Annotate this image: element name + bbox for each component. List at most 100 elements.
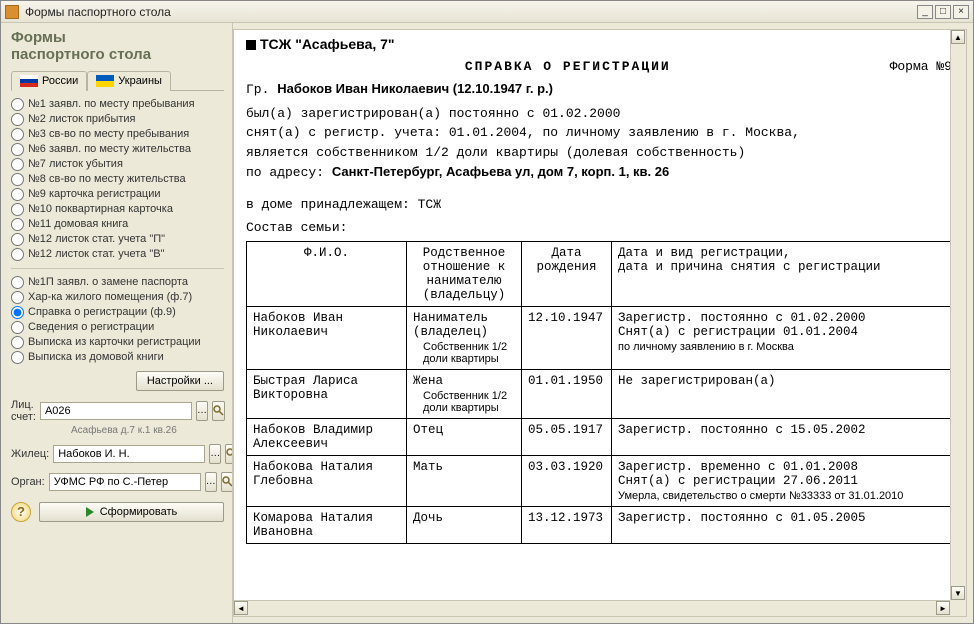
form-option-label: №7 листок убытия [28, 158, 123, 170]
form-option-label: №11 домовая книга [28, 218, 128, 230]
form-option[interactable]: №1 заявл. по месту пребывания [11, 97, 224, 112]
form-radio[interactable] [11, 98, 24, 111]
cell-dob: 13.12.1973 [522, 506, 612, 543]
form-option[interactable]: Справка о регистрации (ф.9) [11, 305, 224, 320]
form-option[interactable]: Выписка из карточки регистрации [11, 335, 224, 350]
person-name: Набоков Иван Николаевич (12.10.1947 г. р… [277, 81, 553, 96]
minimize-button[interactable]: _ [917, 5, 933, 19]
flag-ukraine-icon [96, 75, 114, 87]
cell-dob: 03.03.1920 [522, 455, 612, 506]
form-option[interactable]: №3 св-во по месту пребывания [11, 127, 224, 142]
form-option[interactable]: Сведения о регистрации [11, 320, 224, 335]
cell-dob: 05.05.1917 [522, 418, 612, 455]
account-search-button[interactable] [212, 401, 225, 421]
generate-button-label: Сформировать [100, 506, 178, 518]
form-radio[interactable] [11, 143, 24, 156]
app-window: Формы паспортного стола _ □ × Формы пасп… [0, 0, 974, 624]
house-line: в доме принадлежащем: ТСЖ [246, 196, 952, 214]
form-radio[interactable] [11, 248, 24, 261]
resident-input[interactable] [53, 445, 205, 463]
scroll-up-button[interactable]: ▲ [951, 30, 965, 44]
form-radio[interactable] [11, 233, 24, 246]
tab-ukraine-label: Украины [118, 75, 162, 87]
maximize-button[interactable]: □ [935, 5, 951, 19]
resident-browse-button[interactable]: … [209, 444, 221, 464]
vertical-scrollbar[interactable]: ▲ ▼ [950, 30, 966, 600]
col-fio: Ф.И.О. [247, 241, 407, 306]
form-option[interactable]: №12 листок стат. учета "П" [11, 232, 224, 247]
form-option[interactable]: Хар-ка жилого помещения (ф.7) [11, 290, 224, 305]
form-option[interactable]: №7 листок убытия [11, 157, 224, 172]
tab-russia[interactable]: России [11, 71, 87, 91]
cell-registration: Зарегистр. временно с 01.01.2008 Снят(а)… [612, 455, 952, 506]
scroll-right-button[interactable]: ► [936, 601, 950, 615]
form-option[interactable]: №12 листок стат. учета "В" [11, 247, 224, 262]
form-radio[interactable] [11, 158, 24, 171]
form-option-label: №8 св-во по месту жительства [28, 173, 186, 185]
form-option[interactable]: №6 заявл. по месту жительства [11, 142, 224, 157]
settings-button[interactable]: Настройки ... [136, 371, 224, 391]
scroll-left-button[interactable]: ◄ [234, 601, 248, 615]
play-icon [86, 507, 94, 517]
form-option-label: №12 листок стат. учета "П" [28, 233, 165, 245]
tab-ukraine[interactable]: Украины [87, 71, 171, 91]
form-option-label: Справка о регистрации (ф.9) [28, 306, 176, 318]
form-radio[interactable] [11, 173, 24, 186]
cell-relation: ЖенаСобственник 1/2 доли квартиры [407, 369, 522, 418]
person-line: Гр. Набоков Иван Николаевич (12.10.1947 … [246, 80, 952, 99]
organ-input[interactable] [49, 473, 201, 491]
organ-browse-button[interactable]: … [205, 472, 217, 492]
form-radio[interactable] [11, 291, 24, 304]
document-pane: ТСЖ "Асафьева, 7" СПРАВКА О РЕГИСТРАЦИИ … [233, 29, 967, 617]
form-radio[interactable] [11, 128, 24, 141]
cell-registration: Зарегистр. постоянно с 15.05.2002 [612, 418, 952, 455]
form-option[interactable]: №11 домовая книга [11, 217, 224, 232]
sidebar-heading: Формы паспортного стола [11, 29, 224, 64]
cell-relation: Дочь [407, 506, 522, 543]
flag-russia-icon [20, 75, 38, 87]
horizontal-scrollbar[interactable]: ◄ ► [234, 600, 950, 616]
reg-line-3: является собственником 1/2 доли квартиры… [246, 144, 952, 162]
resident-label: Жилец: [11, 448, 49, 460]
table-row: Комарова Наталия ИвановнаДочь13.12.1973З… [247, 506, 952, 543]
form-option[interactable]: №1П заявл. о замене паспорта [11, 275, 224, 290]
form-radio[interactable] [11, 321, 24, 334]
help-button[interactable]: ? [11, 502, 31, 522]
form-radio[interactable] [11, 203, 24, 216]
table-row: Набоков Иван НиколаевичНаниматель (владе… [247, 306, 952, 369]
resident-search-button[interactable] [225, 444, 233, 464]
col-dob: Дата рождения [522, 241, 612, 306]
form-radio[interactable] [11, 276, 24, 289]
form-radio[interactable] [11, 218, 24, 231]
cell-fio: Быстрая Лариса Викторовна [247, 369, 407, 418]
search-icon [226, 448, 233, 459]
form-option-label: Выписка из домовой книги [28, 351, 164, 363]
col-relation: Родственное отношение к нанимателю (влад… [407, 241, 522, 306]
form-radio[interactable] [11, 306, 24, 319]
account-browse-button[interactable]: … [196, 401, 208, 421]
form-option[interactable]: №9 карточка регистрации [11, 187, 224, 202]
form-radio[interactable] [11, 351, 24, 364]
scroll-down-button[interactable]: ▼ [951, 586, 965, 600]
generate-button[interactable]: Сформировать [39, 502, 224, 522]
form-radio[interactable] [11, 188, 24, 201]
form-option-label: №12 листок стат. учета "В" [28, 248, 165, 260]
close-button[interactable]: × [953, 5, 969, 19]
marker-icon [246, 40, 256, 50]
cell-registration: Зарегистр. постоянно с 01.02.2000 Снят(а… [612, 306, 952, 369]
titlebar: Формы паспортного стола _ □ × [1, 1, 973, 23]
form-option[interactable]: Выписка из домовой книги [11, 350, 224, 365]
form-option[interactable]: №10 поквартирная карточка [11, 202, 224, 217]
form-option[interactable]: №2 листок прибытия [11, 112, 224, 127]
organ-search-button[interactable] [221, 472, 233, 492]
form-option-label: №1 заявл. по месту пребывания [28, 98, 195, 110]
form-option-label: Сведения о регистрации [28, 321, 154, 333]
form-option[interactable]: №8 св-во по месту жительства [11, 172, 224, 187]
cell-fio: Комарова Наталия Ивановна [247, 506, 407, 543]
cell-registration-sub: по личному заявлению в г. Москва [618, 341, 945, 353]
form-radio[interactable] [11, 113, 24, 126]
organ-label: Орган: [11, 476, 45, 488]
form-radio[interactable] [11, 336, 24, 349]
account-input[interactable] [40, 402, 192, 420]
tab-russia-label: России [42, 75, 78, 87]
